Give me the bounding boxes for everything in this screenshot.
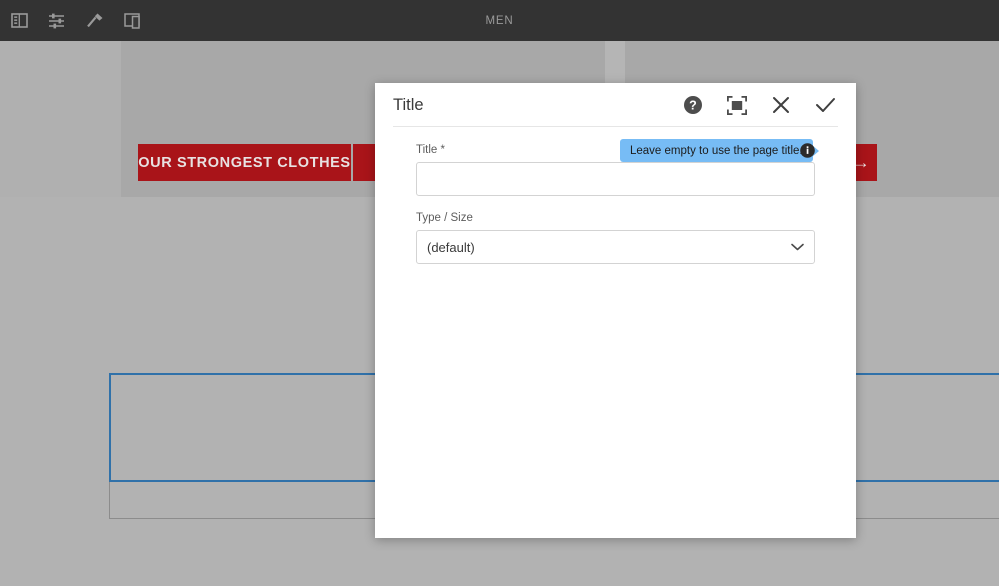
promo-banner-primary[interactable]: OUR STRONGEST CLOTHES: [138, 144, 351, 181]
type-size-select[interactable]: (default): [416, 230, 815, 264]
type-size-field-label: Type / Size: [416, 212, 815, 224]
close-button[interactable]: [768, 92, 794, 118]
field-tooltip: Leave empty to use the page title.: [620, 139, 813, 162]
page-column-left: [0, 41, 121, 197]
help-button[interactable]: ?: [680, 92, 706, 118]
help-circle-icon: ?: [683, 95, 703, 115]
field-group-type-size: Type / Size (default): [416, 212, 815, 264]
promo-banner-label: OUR STRONGEST CLOTHES: [138, 155, 350, 171]
editor-toolbar: MEN: [0, 0, 999, 41]
magic-wand-icon[interactable]: [76, 0, 114, 41]
type-size-select-wrapper: (default): [416, 230, 815, 264]
close-x-icon: [771, 95, 791, 115]
svg-text:?: ?: [689, 99, 697, 113]
fullscreen-icon: [727, 96, 747, 115]
dialog-title: Title: [393, 96, 424, 115]
type-size-selected-value: (default): [427, 240, 475, 255]
devices-preview-icon[interactable]: [114, 0, 152, 41]
dialog-header: Title ?: [375, 83, 856, 127]
dialog-action-bar: ?: [680, 92, 838, 118]
panel-toggle-icon[interactable]: [0, 0, 38, 41]
confirm-button[interactable]: [812, 92, 838, 118]
title-input[interactable]: [416, 162, 815, 196]
fullscreen-button[interactable]: [724, 92, 750, 118]
check-icon: [815, 95, 836, 115]
settings-sliders-icon[interactable]: [38, 0, 76, 41]
info-icon[interactable]: [800, 143, 815, 158]
tooltip-text: Leave empty to use the page title.: [630, 145, 803, 157]
